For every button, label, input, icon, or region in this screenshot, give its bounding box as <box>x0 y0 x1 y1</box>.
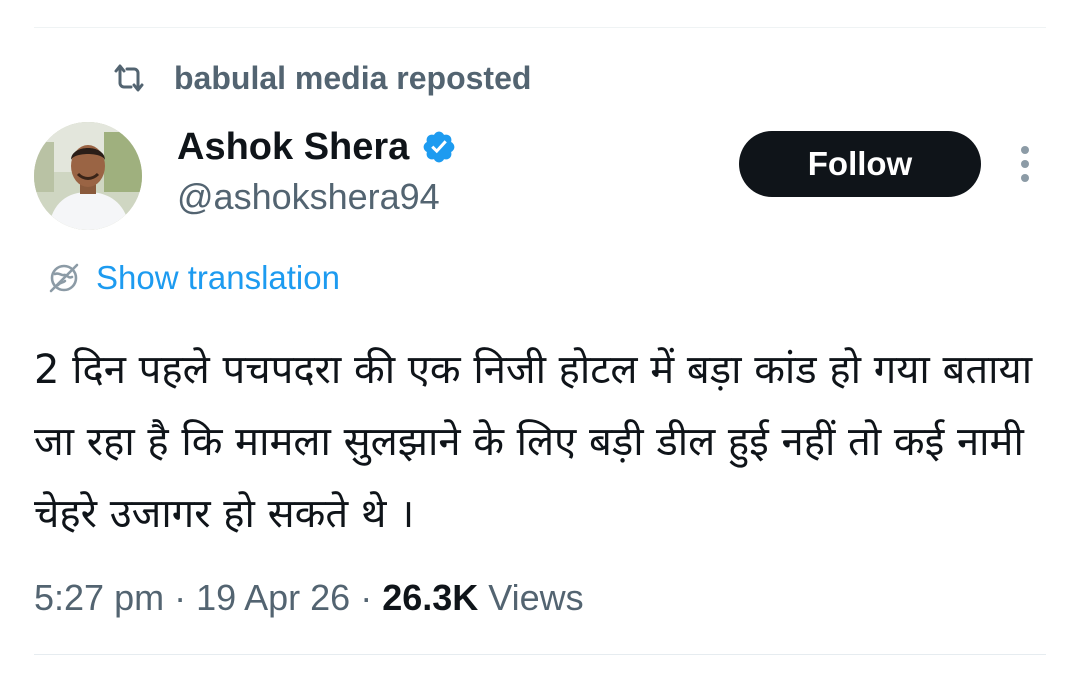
verified-badge-icon[interactable] <box>421 129 457 165</box>
repost-text: babulal media reposted <box>174 59 532 96</box>
tweet-view: babulal media reposted Ashok Shera @asho… <box>0 0 1080 691</box>
views-label: Views <box>488 577 584 618</box>
tweet-time[interactable]: 5:27 pm <box>34 577 164 619</box>
dot <box>1021 146 1029 154</box>
meta-separator: · <box>360 577 373 618</box>
display-name-row: Ashok Shera <box>177 122 457 172</box>
dot <box>1021 160 1029 168</box>
tweet-date[interactable]: 19 Apr 26 <box>196 577 350 619</box>
author-block: Ashok Shera @ashokshera94 <box>177 122 457 218</box>
top-divider <box>34 27 1046 28</box>
bottom-divider <box>34 654 1046 655</box>
show-translation-label: Show translation <box>96 259 340 296</box>
avatar[interactable] <box>34 122 142 230</box>
repost-indicator[interactable]: babulal media reposted <box>112 56 531 100</box>
repost-icon <box>112 61 146 95</box>
dot <box>1021 174 1029 182</box>
show-translation-link[interactable]: Show translation <box>46 256 340 300</box>
follow-button[interactable]: Follow <box>739 131 981 197</box>
more-vertical-icon[interactable] <box>1008 142 1042 186</box>
views-count: 26.3K <box>382 577 479 618</box>
tweet-text: 2 दिन पहले पचपदरा की एक निजी होटल में बड… <box>34 347 1033 537</box>
user-handle[interactable]: @ashokshera94 <box>177 176 457 218</box>
display-name[interactable]: Ashok Shera <box>177 126 409 169</box>
tweet-meta: 5:27 pm · 19 Apr 26 · 26.3K Views <box>34 574 584 622</box>
meta-separator: · <box>174 577 187 618</box>
globe-icon <box>46 260 82 296</box>
